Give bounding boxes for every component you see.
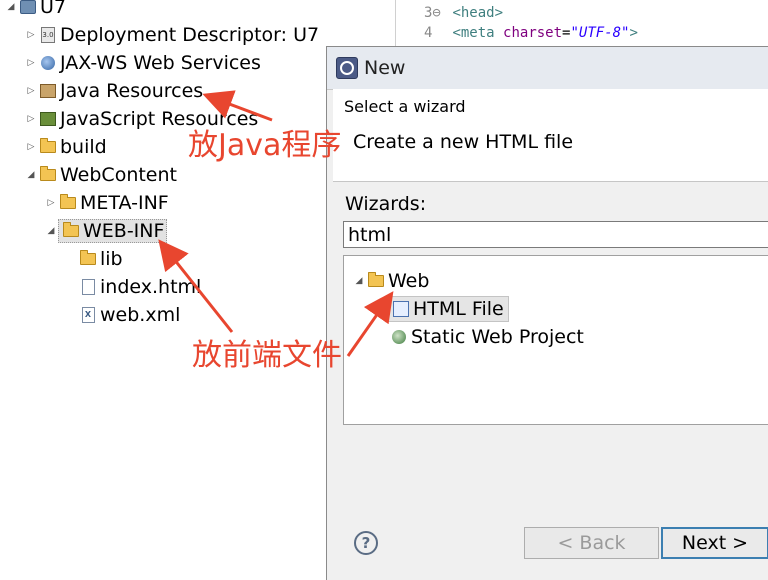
wizard-item-label: Static Web Project	[411, 326, 584, 348]
web-services-icon	[40, 55, 56, 71]
folder-icon	[80, 250, 96, 267]
tree-item-index-html[interactable]: index.html	[78, 274, 201, 300]
editor-line: 4 <meta charset="UTF-8">	[424, 25, 638, 45]
tree-item-webcontent[interactable]: ◢ WebContent	[24, 162, 177, 188]
dialog-banner: Select a wizard Create a new HTML file	[333, 89, 768, 182]
tree-item-label: WEB-INF	[83, 220, 165, 242]
tree-item-label: Deployment Descriptor: U7	[60, 24, 320, 46]
tree-item-deployment-descriptor[interactable]: ▷ 3.0 Deployment Descriptor: U7	[24, 22, 320, 48]
folder-open-icon	[63, 222, 79, 239]
wizard-category-web[interactable]: ◢ Web	[352, 268, 430, 294]
wizard-item-label: HTML File	[413, 298, 504, 320]
tree-item-jax-ws[interactable]: ▷ JAX-WS Web Services	[24, 50, 261, 76]
tree-item-javascript-resources[interactable]: ▷ JavaScript Resources	[24, 106, 259, 132]
tree-item-label: WebContent	[60, 164, 177, 186]
expanded-arrow-icon[interactable]: ◢	[24, 170, 38, 180]
tree-item-label: web.xml	[100, 304, 181, 326]
tree-item-web-inf[interactable]: ◢ WEB-INF	[44, 218, 168, 244]
line-number: 3⊖	[424, 5, 441, 21]
folder-icon	[60, 194, 76, 211]
expanded-arrow-icon[interactable]: ◢	[44, 226, 58, 236]
wizard-category-label: Web	[388, 270, 430, 292]
collapsed-arrow-icon[interactable]: ▷	[44, 198, 58, 208]
folder-open-icon	[40, 166, 56, 183]
eclipse-app-icon	[336, 57, 358, 79]
banner-title: Select a wizard	[344, 97, 466, 116]
tree-item-meta-inf[interactable]: ▷ META-INF	[44, 190, 169, 216]
file-icon	[80, 279, 96, 295]
line-number: 4	[424, 25, 433, 41]
dialog-title: New	[364, 57, 406, 79]
tree-item-build[interactable]: ▷ build	[24, 134, 107, 160]
folder-icon	[40, 138, 56, 155]
javascript-resources-icon	[40, 111, 56, 127]
expanded-arrow-icon[interactable]: ◢	[352, 276, 366, 286]
editor-line: 3⊖ <head>	[424, 5, 503, 25]
code-string: "UTF-8"	[570, 25, 630, 41]
tree-item-label: Java Resources	[60, 80, 204, 102]
tree-item-label: JavaScript Resources	[60, 108, 259, 130]
tree-item-label: build	[60, 136, 107, 158]
banner-description: Create a new HTML file	[353, 131, 574, 153]
project-icon	[20, 0, 36, 15]
tree-item-web-xml[interactable]: X web.xml	[78, 302, 180, 328]
wizards-label: Wizards:	[345, 193, 427, 215]
code-tag-close: >	[629, 25, 638, 41]
tree-item-label: lib	[100, 248, 123, 270]
new-wizard-dialog: New Select a wizard Create a new HTML fi…	[326, 46, 768, 580]
wizard-item-static-web-project[interactable]: Static Web Project	[386, 324, 584, 350]
back-button[interactable]: < Back	[524, 527, 659, 559]
tree-item-u7[interactable]: ◢ U7	[4, 0, 66, 20]
selected-item-highlight[interactable]: WEB-INF	[58, 219, 168, 243]
collapsed-arrow-icon[interactable]: ▷	[24, 114, 38, 124]
html-file-icon	[393, 301, 409, 317]
selected-wizard-highlight[interactable]: HTML File	[386, 296, 509, 322]
collapsed-arrow-icon[interactable]: ▷	[24, 142, 38, 152]
code-tag: <meta	[452, 25, 495, 41]
deployment-descriptor-icon: 3.0	[40, 27, 56, 43]
xml-file-icon: X	[80, 307, 96, 323]
wizard-item-html-file[interactable]: HTML File	[386, 296, 509, 322]
tree-item-label: U7	[40, 0, 66, 18]
collapsed-arrow-icon[interactable]: ▷	[24, 86, 38, 96]
code-editor[interactable]: 3⊖ <head> 4 <meta charset="UTF-8">	[395, 0, 768, 46]
web-project-icon	[391, 329, 407, 345]
dialog-titlebar[interactable]: New	[327, 47, 768, 90]
expanded-arrow-icon[interactable]: ◢	[4, 2, 18, 12]
wizard-tree[interactable]: ◢ Web HTML File Static Web Project	[343, 255, 768, 425]
tree-item-lib[interactable]: lib	[78, 246, 123, 272]
java-resources-icon	[40, 83, 56, 99]
collapsed-arrow-icon[interactable]: ▷	[24, 30, 38, 40]
help-icon[interactable]: ?	[354, 531, 378, 555]
next-button[interactable]: Next >	[661, 527, 768, 559]
code-attribute: charset	[503, 25, 563, 41]
collapsed-arrow-icon[interactable]: ▷	[24, 58, 38, 68]
tree-item-label: JAX-WS Web Services	[60, 52, 261, 74]
tree-item-java-resources[interactable]: ▷ Java Resources	[24, 78, 204, 104]
code-tag: <head>	[452, 5, 504, 21]
folder-open-icon	[368, 272, 384, 289]
wizard-filter-input[interactable]	[343, 221, 768, 248]
tree-item-label: index.html	[100, 276, 202, 298]
tree-item-label: META-INF	[80, 192, 169, 214]
